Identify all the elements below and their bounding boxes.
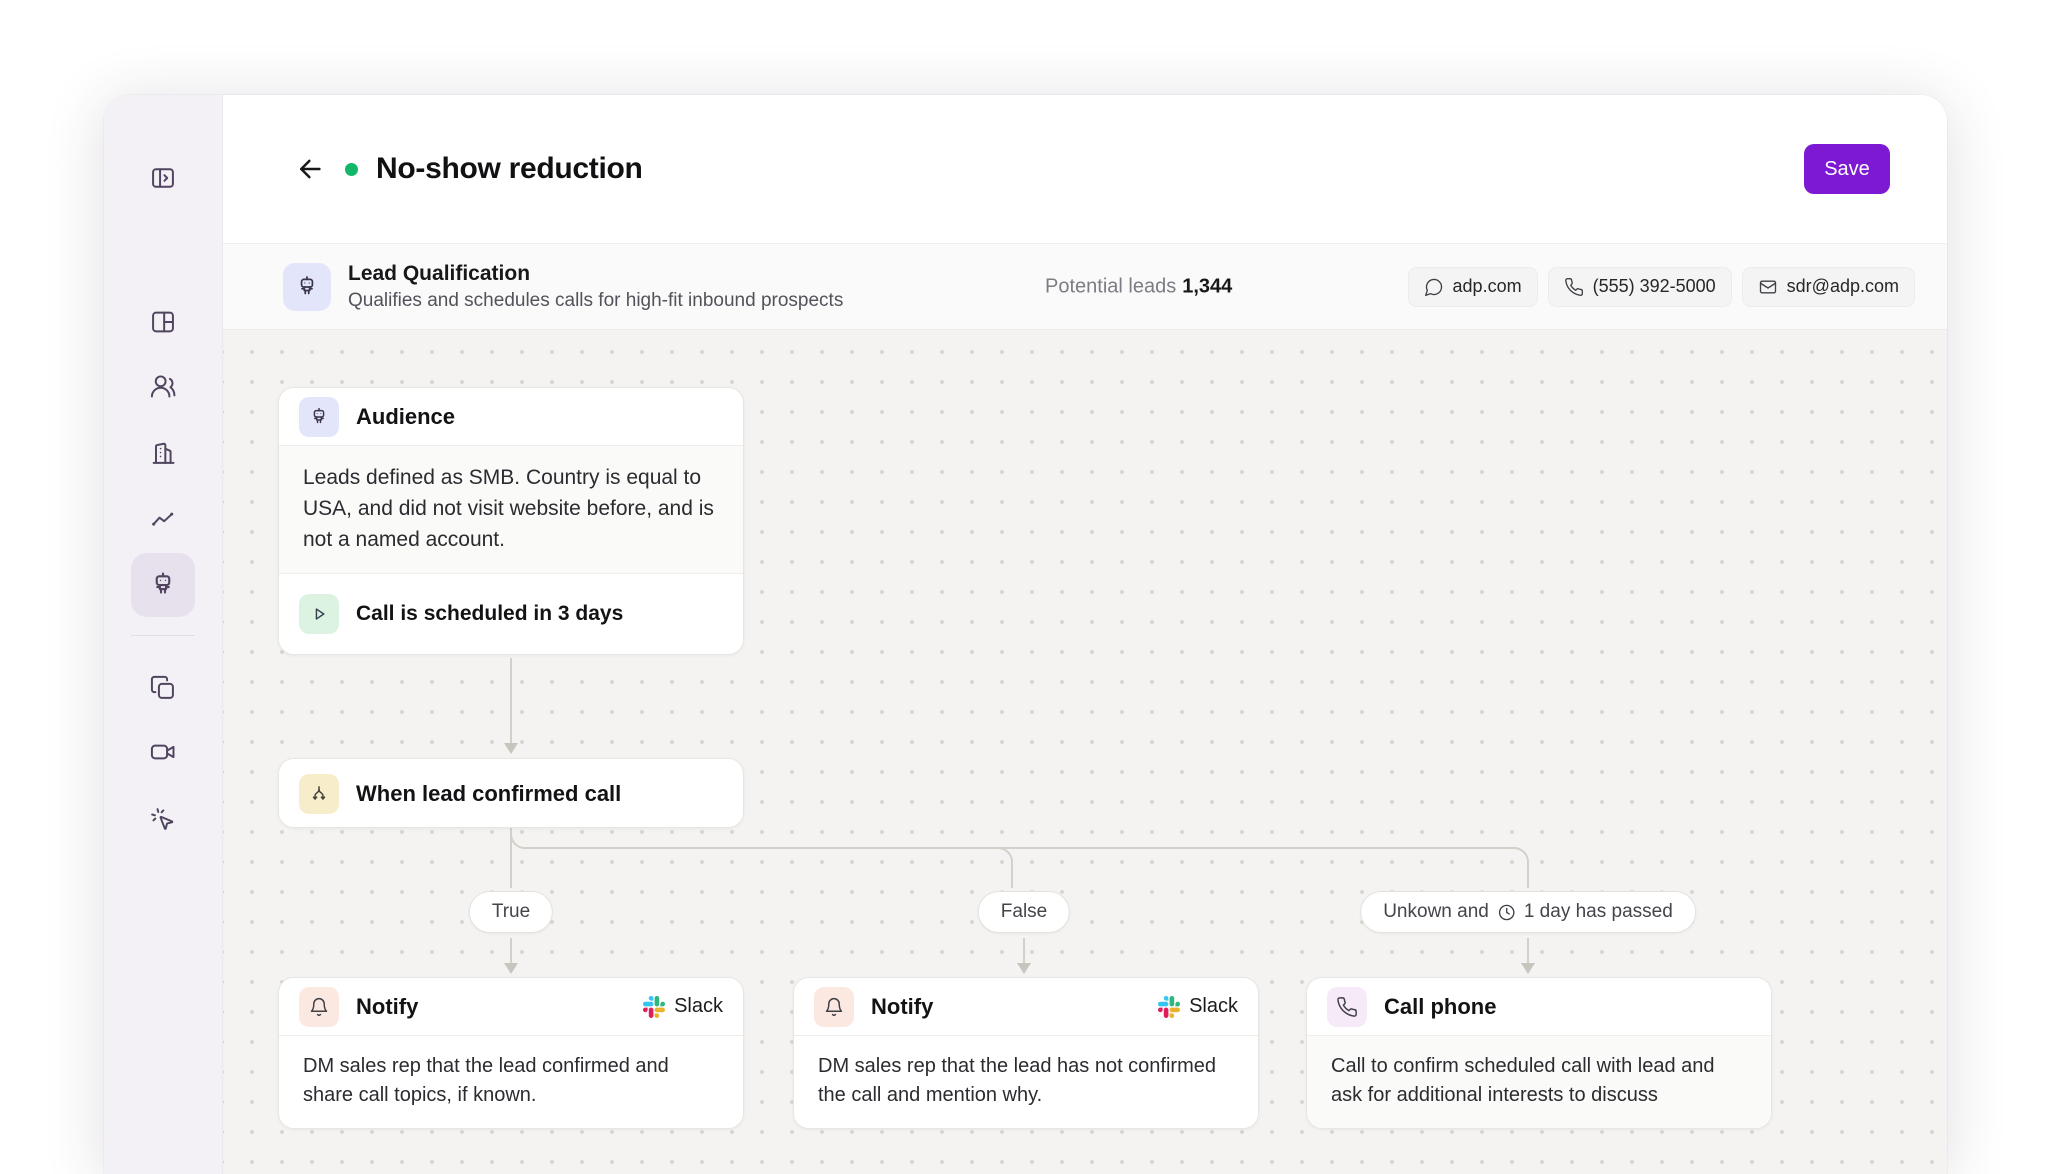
audience-description: Leads defined as SMB. Country is equal t… xyxy=(279,446,743,574)
bell-icon xyxy=(299,987,339,1027)
phone-chip-label: (555) 392-5000 xyxy=(1593,276,1716,297)
branch-pill-true[interactable]: True xyxy=(469,891,553,933)
slack-badge: Slack xyxy=(1158,995,1238,1018)
panel-toggle-icon[interactable] xyxy=(148,163,178,193)
bell-icon xyxy=(814,987,854,1027)
call-phone-description: Call to confirm scheduled call with lead… xyxy=(1307,1036,1771,1128)
notify-node-true[interactable]: Notify Slack DM sales rep that the lead … xyxy=(278,977,744,1129)
website-chip[interactable]: adp.com xyxy=(1408,267,1538,307)
notify-description: DM sales rep that the lead confirmed and… xyxy=(279,1036,743,1128)
back-button[interactable] xyxy=(293,152,327,186)
status-dot xyxy=(345,163,358,176)
trend-icon[interactable] xyxy=(148,505,178,535)
branch-false-label: False xyxy=(1001,901,1047,923)
sidebar-divider xyxy=(131,635,195,636)
workflow-bar: Lead Qualification Qualifies and schedul… xyxy=(223,243,1947,330)
mail-icon xyxy=(1758,277,1778,297)
notify-title: Notify xyxy=(871,994,933,1020)
app-window: No-show reduction Save Lead Qualificatio… xyxy=(104,95,1947,1174)
sidebar xyxy=(104,95,223,1174)
main-panel: No-show reduction Save Lead Qualificatio… xyxy=(223,95,1947,1174)
slack-icon xyxy=(1158,996,1180,1018)
company-icon[interactable] xyxy=(148,438,178,468)
notify-description: DM sales rep that the lead has not confi… xyxy=(794,1036,1258,1128)
play-icon xyxy=(299,594,339,634)
potential-leads: Potential leads 1,344 xyxy=(1045,275,1232,298)
robot-icon xyxy=(283,263,331,311)
save-button[interactable]: Save xyxy=(1804,144,1890,194)
chat-icon xyxy=(1424,277,1444,297)
email-chip[interactable]: sdr@adp.com xyxy=(1742,267,1915,307)
dashboard-icon[interactable] xyxy=(148,307,178,337)
call-phone-title: Call phone xyxy=(1384,994,1496,1020)
cursor-click-icon[interactable] xyxy=(148,805,178,835)
phone-chip[interactable]: (555) 392-5000 xyxy=(1548,267,1732,307)
potential-leads-value: 1,344 xyxy=(1182,275,1232,297)
clock-icon xyxy=(1497,903,1516,922)
workflow-name: Lead Qualification xyxy=(348,261,843,287)
slack-label: Slack xyxy=(674,995,723,1018)
call-phone-node[interactable]: Call phone Call to confirm scheduled cal… xyxy=(1306,977,1772,1129)
phone-icon xyxy=(1564,277,1584,297)
workflow-description: Qualifies and schedules calls for high-f… xyxy=(348,289,843,313)
branch-unknown-suffix: 1 day has passed xyxy=(1524,901,1673,923)
copy-icon[interactable] xyxy=(148,673,178,703)
slack-badge: Slack xyxy=(643,995,723,1018)
phone-icon xyxy=(1327,987,1367,1027)
people-icon[interactable] xyxy=(148,371,178,401)
contact-chips: adp.com (555) 392-5000 sdr@adp.com xyxy=(1408,267,1915,307)
page-title: No-show reduction xyxy=(376,152,643,186)
workflow-canvas[interactable]: Audience Leads defined as SMB. Country i… xyxy=(223,330,1947,1174)
condition-node[interactable]: When lead confirmed call xyxy=(278,758,744,828)
branch-true-label: True xyxy=(492,901,530,923)
website-chip-label: adp.com xyxy=(1453,276,1522,297)
branch-pill-unknown[interactable]: Unkown and 1 day has passed xyxy=(1360,891,1696,933)
robot-icon-active[interactable] xyxy=(131,553,195,617)
condition-title: When lead confirmed call xyxy=(356,781,621,807)
arrow-left-icon xyxy=(295,154,325,184)
app-header: No-show reduction Save xyxy=(223,95,1947,243)
audience-title: Audience xyxy=(356,404,455,430)
email-chip-label: sdr@adp.com xyxy=(1787,276,1899,297)
robot-icon xyxy=(299,397,339,437)
branch-icon xyxy=(299,774,339,814)
video-icon[interactable] xyxy=(148,737,178,767)
slack-icon xyxy=(643,996,665,1018)
slack-label: Slack xyxy=(1189,995,1238,1018)
audience-node[interactable]: Audience Leads defined as SMB. Country i… xyxy=(278,387,744,655)
branch-pill-false[interactable]: False xyxy=(978,891,1070,933)
branch-unknown-prefix: Unkown and xyxy=(1383,901,1489,923)
potential-leads-label: Potential leads xyxy=(1045,275,1176,297)
notify-title: Notify xyxy=(356,994,418,1020)
audience-trigger: Call is scheduled in 3 days xyxy=(356,602,623,626)
notify-node-false[interactable]: Notify Slack DM sales rep that the lead … xyxy=(793,977,1259,1129)
